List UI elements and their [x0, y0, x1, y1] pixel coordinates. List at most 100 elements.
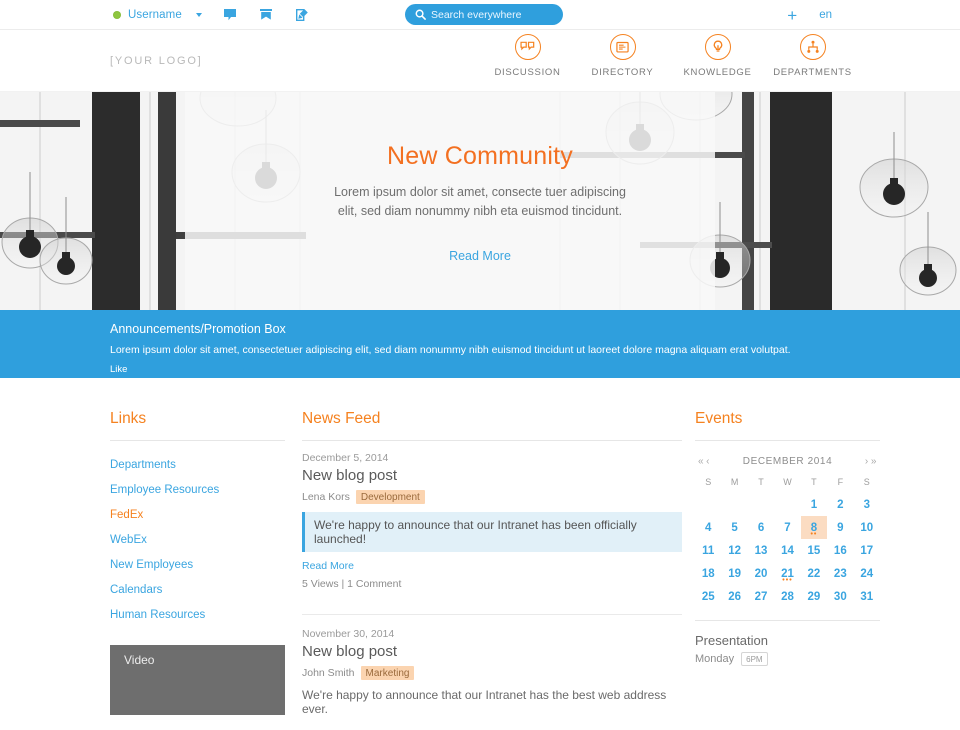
link-item-human-resources[interactable]: Human Resources — [110, 602, 285, 627]
post-body-text: We're happy to announce that our Intrane… — [302, 688, 667, 716]
calendar-last-button[interactable]: » — [870, 456, 878, 467]
post-tag[interactable]: Development — [355, 490, 425, 504]
events-divider — [695, 620, 880, 621]
news-feed-heading: News Feed — [302, 410, 682, 441]
calendar-day[interactable]: 25 — [695, 585, 721, 608]
calendar-day[interactable]: 29 — [801, 585, 827, 608]
chevron-down-icon[interactable] — [195, 12, 202, 17]
nav-item-discussion[interactable]: DISCUSSION — [480, 34, 575, 78]
language-selector[interactable]: en — [819, 9, 832, 21]
post-tag[interactable]: Marketing — [360, 666, 415, 680]
main-navigation: DISCUSSION DIRECTORY KNOWLEDGE DEPARTMEN… — [480, 34, 860, 78]
calendar-week-row: 4 5 6 7 8 •• 9 10 — [695, 516, 880, 539]
calendar-day[interactable]: 21 ••• — [774, 562, 800, 585]
calendar-day[interactable]: 5 — [721, 516, 747, 539]
calendar-day-empty — [721, 493, 747, 516]
hero-title: New Community — [387, 142, 573, 170]
calendar-day[interactable]: 30 — [827, 585, 853, 608]
link-item-webex[interactable]: WebEx — [110, 527, 285, 552]
add-button[interactable]: + — [787, 7, 797, 24]
post-excerpt: We're happy to announce that our Intrane… — [302, 512, 682, 552]
compose-icon[interactable] — [294, 7, 310, 23]
calendar-weekday: F — [837, 477, 844, 487]
knowledge-icon — [704, 34, 731, 60]
calendar-day[interactable]: 26 — [721, 585, 747, 608]
hero-content: New Community Lorem ipsum dolor sit amet… — [0, 92, 960, 310]
event-day: Monday — [695, 653, 735, 665]
calendar-day[interactable]: 14 — [774, 539, 800, 562]
calendar-day[interactable]: 3 — [854, 493, 880, 516]
news-feed-post: December 5, 2014 New blog post Lena Kors… — [302, 452, 682, 604]
calendar-day[interactable]: 1 — [801, 493, 827, 516]
link-item-departments[interactable]: Departments — [110, 452, 285, 477]
nav-item-knowledge[interactable]: KNOWLEDGE — [670, 34, 765, 78]
calendar-day[interactable]: 2 — [827, 493, 853, 516]
user-menu[interactable]: Username — [113, 9, 202, 21]
calendar-weekday: T — [811, 477, 817, 487]
calendar-day[interactable]: 10 — [854, 516, 880, 539]
discussion-icon — [514, 34, 541, 60]
calendar-day[interactable]: 17 — [854, 539, 880, 562]
site-header: [YOUR LOGO] DISCUSSION DIRECTORY KNOWLED… — [0, 30, 960, 92]
post-title[interactable]: New blog post — [302, 467, 682, 484]
calendar-day[interactable]: 19 — [721, 562, 747, 585]
calendar-day[interactable]: 11 — [695, 539, 721, 562]
calendar-first-button[interactable]: « — [697, 456, 705, 467]
calendar-day[interactable]: 27 — [748, 585, 774, 608]
calendar-month-label: DECEMBER 2014 — [742, 456, 833, 467]
calendar-day[interactable]: 16 — [827, 539, 853, 562]
calendar-day[interactable]: 15 — [801, 539, 827, 562]
search-icon — [415, 9, 426, 20]
hero-read-more-link[interactable]: Read More — [449, 249, 511, 263]
feed-divider — [302, 614, 682, 615]
calendar-day[interactable]: 12 — [721, 539, 747, 562]
post-title[interactable]: New blog post — [302, 643, 682, 660]
calendar-week-row: 25 26 27 28 29 30 31 — [695, 585, 880, 608]
post-date: December 5, 2014 — [302, 452, 389, 464]
hero-subtitle: Lorem ipsum dolor sit amet, consecte tue… — [334, 185, 626, 219]
messages-icon[interactable] — [222, 7, 238, 23]
announcement-bar: Announcements/Promotion Box Lorem ipsum … — [0, 310, 960, 378]
calendar-event-dots: •• — [810, 531, 818, 538]
post-author[interactable]: Lena Kors — [302, 491, 350, 503]
calendar-day[interactable]: 28 — [774, 585, 800, 608]
post-meta: Lena Kors Development — [302, 490, 682, 504]
calendar-day[interactable]: 20 — [748, 562, 774, 585]
username-label[interactable]: Username — [128, 9, 182, 21]
nav-label-directory: DIRECTORY — [591, 67, 654, 78]
directory-icon — [609, 34, 636, 60]
event-list-item[interactable]: Presentation Monday 6PM — [695, 633, 880, 666]
search-box[interactable] — [405, 4, 563, 25]
announcement-like-button[interactable]: Like — [110, 364, 870, 375]
hero-banner: New Community Lorem ipsum dolor sit amet… — [0, 92, 960, 310]
nav-item-departments[interactable]: DEPARTMENTS — [765, 34, 860, 78]
site-logo[interactable]: [YOUR LOGO] — [110, 55, 203, 67]
calendar-day[interactable]: 22 — [801, 562, 827, 585]
calendar-day[interactable]: 9 — [827, 516, 853, 539]
nav-item-directory[interactable]: DIRECTORY — [575, 34, 670, 78]
calendar-day-empty — [748, 493, 774, 516]
link-item-fedex[interactable]: FedEx — [110, 502, 285, 527]
post-author[interactable]: John Smith — [302, 667, 355, 679]
calendar-day[interactable]: 4 — [695, 516, 721, 539]
calendar-navigation: « ‹ DECEMBER 2014 › » — [695, 452, 880, 476]
calendar-day[interactable]: 8 •• — [800, 516, 828, 539]
calendar-day[interactable]: 24 — [854, 562, 880, 585]
calendar-day[interactable]: 23 — [827, 562, 853, 585]
post-read-more-link[interactable]: Read More — [302, 560, 682, 572]
link-item-employee-resources[interactable]: Employee Resources — [110, 477, 285, 502]
calendar-day[interactable]: 13 — [748, 539, 774, 562]
bookmark-icon[interactable] — [258, 7, 274, 23]
search-input[interactable] — [431, 8, 551, 21]
links-column: Links Departments Employee Resources Fed… — [110, 410, 285, 730]
calendar-day[interactable]: 18 — [695, 562, 721, 585]
calendar-day[interactable]: 7 — [774, 516, 800, 539]
calendar-weekday: S — [705, 477, 712, 487]
link-item-calendars[interactable]: Calendars — [110, 577, 285, 602]
calendar-day[interactable]: 31 — [854, 585, 880, 608]
calendar-weekday-row: S M T W T F S — [695, 476, 880, 493]
calendar-day[interactable]: 6 — [748, 516, 774, 539]
post-stats: 5 Views | 1 Comment — [302, 578, 402, 590]
calendar-day-empty — [695, 493, 721, 516]
link-item-new-employees[interactable]: New Employees — [110, 552, 285, 577]
